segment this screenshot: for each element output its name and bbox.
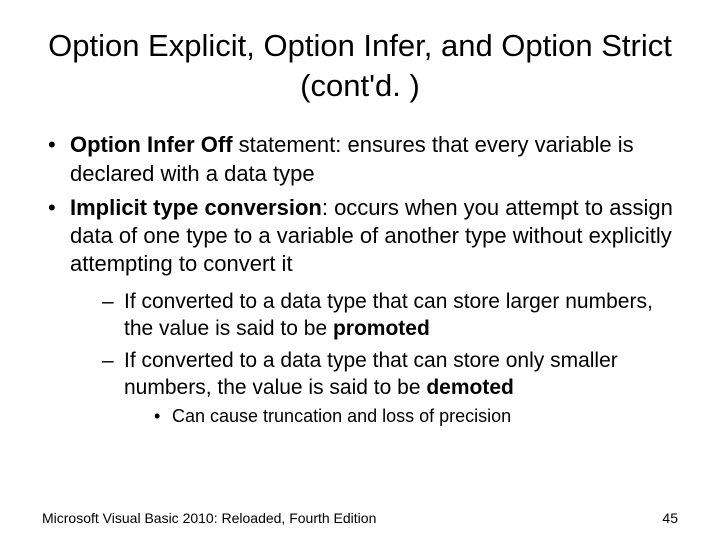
dash-list: If converted to a data type that can sto… [70,288,678,429]
subbullet-text: Can cause truncation and loss of precisi… [172,406,511,426]
subbullet-list: Can cause truncation and loss of precisi… [124,405,678,428]
dash-bold: promoted [333,317,430,340]
footer: Microsoft Visual Basic 2010: Reloaded, F… [42,510,678,526]
dash-text: If converted to a data type that can sto… [124,349,618,399]
bullet-bold: Option Infer Off [70,132,233,157]
footer-source: Microsoft Visual Basic 2010: Reloaded, F… [42,510,376,526]
bullet-list: Option Infer Off statement: ensures that… [42,131,678,428]
dash-item: If converted to a data type that can sto… [100,347,678,429]
dash-item: If converted to a data type that can sto… [100,288,678,343]
bullet-item: Implicit type conversion: occurs when yo… [42,194,678,429]
bullet-item: Option Infer Off statement: ensures that… [42,131,678,187]
subbullet-item: Can cause truncation and loss of precisi… [152,405,678,428]
bullet-bold: Implicit type conversion [70,195,322,220]
dash-bold: demoted [426,376,514,399]
page-number: 45 [662,510,678,526]
slide-title: Option Explicit, Option Infer, and Optio… [42,26,678,105]
slide: Option Explicit, Option Infer, and Optio… [0,0,720,540]
